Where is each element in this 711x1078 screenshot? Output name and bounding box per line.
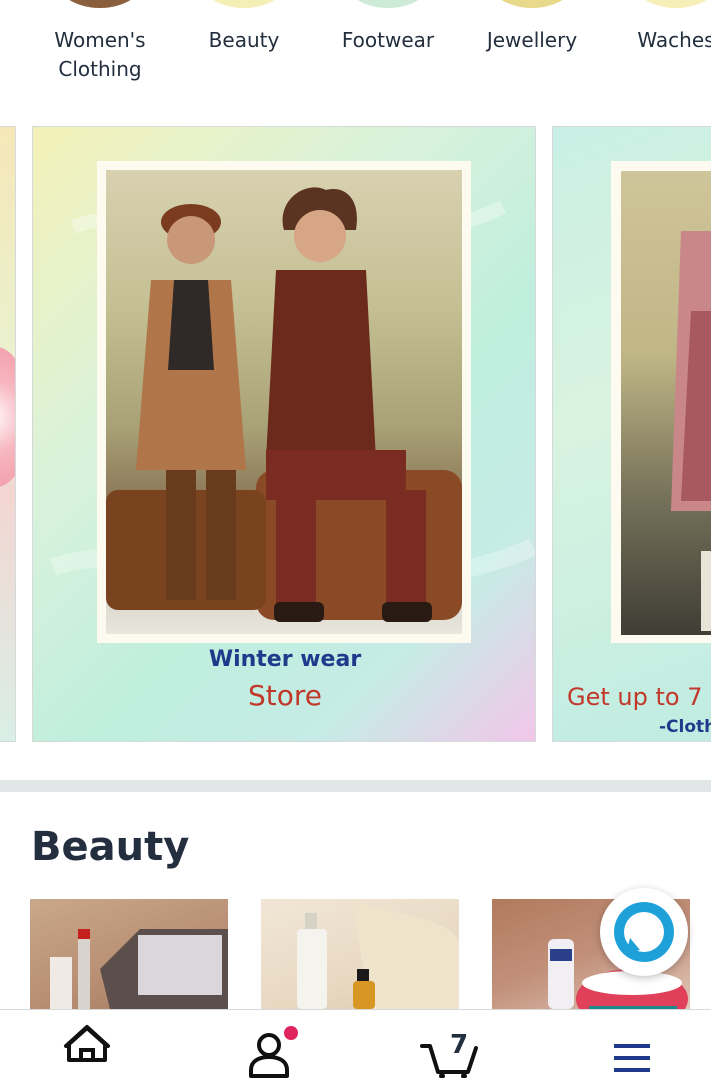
promo-photo-frame bbox=[611, 161, 711, 643]
beauty-product-tile[interactable] bbox=[261, 899, 459, 1009]
category-label: Beauty bbox=[208, 28, 280, 52]
promo-title: Winter wear bbox=[208, 647, 362, 672]
promo-carousel[interactable]: Winter wear Store Get up to 7 -Cloth bbox=[0, 126, 711, 742]
category-image bbox=[484, 0, 580, 8]
category-image bbox=[52, 0, 148, 8]
promo-photo-model bbox=[621, 171, 711, 635]
nav-menu-button[interactable] bbox=[588, 1010, 678, 1078]
cart-count: 7 bbox=[449, 1030, 469, 1060]
category-strip: Women's Clothing Beauty Footwear Jewelle… bbox=[0, 0, 711, 110]
alexa-voice-button[interactable] bbox=[600, 888, 688, 976]
carousel-card-clothing-offer[interactable]: Get up to 7 -Cloth bbox=[552, 126, 711, 742]
carousel-card-previous[interactable] bbox=[0, 126, 16, 742]
bottom-navigation-bar: 7 bbox=[0, 1009, 711, 1078]
category-image bbox=[196, 0, 292, 8]
promo-subtitle: Store bbox=[247, 679, 322, 712]
promo-image bbox=[0, 347, 15, 487]
model-illustration bbox=[671, 231, 711, 631]
category-label: Waches bbox=[637, 28, 711, 52]
section-title-beauty: Beauty bbox=[31, 824, 190, 870]
promo-photo-frame bbox=[97, 161, 471, 643]
promo-photo-couple bbox=[106, 170, 462, 634]
category-image bbox=[340, 0, 436, 8]
section-divider bbox=[0, 780, 711, 792]
category-label: Women's Clothing bbox=[54, 28, 146, 81]
nav-account-button[interactable] bbox=[224, 1010, 314, 1078]
models-illustration bbox=[106, 187, 462, 622]
promo-subtitle: -Cloth bbox=[659, 717, 711, 737]
carousel-card-winter-wear[interactable]: Winter wear Store bbox=[32, 126, 536, 742]
category-label: Footwear bbox=[341, 28, 435, 52]
category-image bbox=[628, 0, 711, 8]
promo-title: Get up to 7 bbox=[567, 683, 703, 711]
hamburger-menu-icon bbox=[614, 1044, 650, 1072]
home-icon bbox=[64, 1025, 110, 1062]
alexa-icon bbox=[614, 902, 674, 962]
skincare-bottles-image bbox=[297, 899, 459, 1009]
category-label: Jewellery bbox=[486, 28, 578, 52]
notification-dot bbox=[284, 1026, 298, 1040]
nav-home-button[interactable] bbox=[42, 1010, 132, 1078]
user-icon bbox=[249, 1033, 289, 1078]
nav-cart-button[interactable]: 7 bbox=[404, 1010, 494, 1078]
beauty-product-tile[interactable] bbox=[30, 899, 228, 1009]
makeup-palette-image bbox=[50, 929, 228, 1009]
